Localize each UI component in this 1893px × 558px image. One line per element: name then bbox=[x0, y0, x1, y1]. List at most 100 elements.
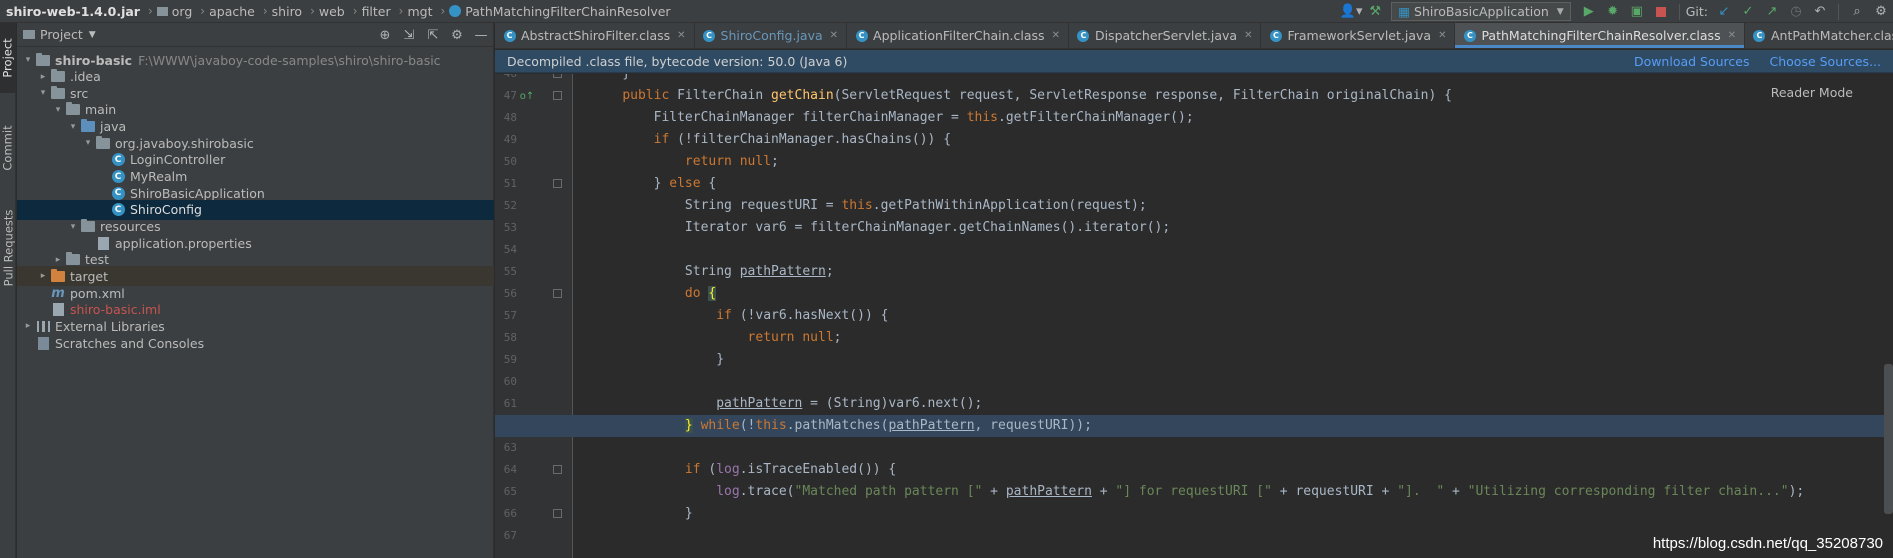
code-line-text: } bbox=[591, 352, 725, 367]
git-commit-icon[interactable]: ✓ bbox=[1738, 2, 1758, 22]
chevron-down-icon[interactable]: ▾ bbox=[21, 55, 35, 65]
chevron-down-icon[interactable]: ▾ bbox=[66, 222, 80, 232]
breadcrumb-item[interactable]: filter bbox=[362, 4, 391, 19]
toolbar-separator bbox=[1838, 3, 1839, 20]
editor-tab-label: ApplicationFilterChain.class bbox=[873, 28, 1045, 43]
reader-mode-toggle[interactable]: Reader Mode bbox=[1771, 85, 1853, 100]
breadcrumb-item[interactable]: apache bbox=[209, 4, 255, 19]
tool-tab-pull-requests-label: Pull Requests bbox=[1, 209, 15, 287]
run-configuration-select[interactable]: ▦ ShiroBasicApplication ▼ bbox=[1391, 2, 1571, 21]
stop-icon[interactable] bbox=[1651, 2, 1671, 22]
close-icon[interactable]: ✕ bbox=[1244, 30, 1252, 41]
tool-tab-commit[interactable]: Commit bbox=[0, 113, 16, 183]
breadcrumb-item[interactable]: mgt bbox=[407, 4, 432, 19]
editor-tab[interactable]: C PathMatchingFilterChainResolver.class ✕ bbox=[1455, 23, 1745, 48]
editor-tab[interactable]: C ShiroConfig.java ✕ bbox=[695, 23, 848, 48]
code-line-text: return null; bbox=[747, 330, 842, 345]
choose-sources-link[interactable]: Choose Sources... bbox=[1770, 54, 1882, 69]
run-icon[interactable]: ▶ bbox=[1579, 2, 1599, 22]
editor-tab[interactable]: C ApplicationFilterChain.class ✕ bbox=[847, 23, 1069, 48]
breadcrumb: shiro-web-1.4.0.jar › org › apache › shiro › web… bbox=[0, 0, 675, 23]
chevron-right-icon[interactable]: ▸ bbox=[36, 271, 50, 281]
tree-node-label: pom.xml bbox=[70, 285, 125, 301]
chevron-right-icon[interactable]: ▸ bbox=[36, 72, 50, 82]
project-view-select[interactable]: Project bbox=[40, 27, 83, 42]
close-icon[interactable]: ✕ bbox=[1728, 30, 1736, 41]
breadcrumb-item[interactable]: PathMatchingFilterChainResolver bbox=[465, 4, 670, 19]
tree-node-label: External Libraries bbox=[55, 318, 165, 334]
chevron-down-icon[interactable]: ▾ bbox=[36, 88, 50, 98]
tree-node-label: application.properties bbox=[115, 235, 252, 251]
class-file-icon: C bbox=[1077, 29, 1090, 42]
tool-tab-project[interactable]: Project bbox=[0, 23, 16, 93]
run-config-icon: ▦ bbox=[1398, 4, 1411, 19]
class-icon: C bbox=[110, 202, 126, 218]
folder-icon bbox=[80, 219, 96, 235]
breadcrumb-item[interactable]: shiro bbox=[272, 4, 302, 19]
editor-tab[interactable]: C AbstractShiroFilter.class ✕ bbox=[495, 23, 695, 48]
chevron-right-icon[interactable]: ▸ bbox=[51, 255, 65, 265]
expand-all-icon[interactable]: ⇲ bbox=[399, 25, 419, 45]
editor-tab[interactable]: C FrameworkServlet.java ✕ bbox=[1261, 23, 1456, 48]
tool-tab-pull-requests[interactable]: Pull Requests bbox=[0, 193, 16, 303]
breadcrumb-item[interactable]: org bbox=[172, 4, 193, 19]
git-label: Git: bbox=[1685, 4, 1708, 19]
close-icon[interactable]: ✕ bbox=[677, 30, 685, 41]
toolbar-separator bbox=[1678, 3, 1680, 20]
scratch-icon bbox=[35, 335, 51, 351]
banner-text: Decompiled .class file, bytecode version… bbox=[507, 53, 848, 69]
tree-node[interactable]: Scratches and Consoles bbox=[17, 333, 494, 353]
collapse-all-icon[interactable]: ⇱ bbox=[423, 25, 443, 45]
close-icon[interactable]: ✕ bbox=[1438, 30, 1446, 41]
debug-icon[interactable]: ✹ bbox=[1603, 2, 1623, 22]
close-icon[interactable]: ✕ bbox=[830, 30, 838, 41]
chevron-down-icon[interactable]: ▾ bbox=[66, 122, 80, 132]
chevron-right-icon: › bbox=[310, 4, 315, 18]
git-update-icon[interactable]: ↙ bbox=[1714, 2, 1734, 22]
editor-tab[interactable]: C DispatcherServlet.java ✕ bbox=[1069, 23, 1262, 48]
chevron-down-icon[interactable]: ▾ bbox=[51, 105, 65, 115]
breadcrumb-item[interactable]: shiro-web-1.4.0.jar bbox=[6, 4, 140, 19]
code-editor[interactable]: 4647o↑4849505152535455565758596061626364… bbox=[495, 74, 1893, 558]
tree-node-path: F:\WWW\javaboy-code-samples\shiro\shiro-… bbox=[138, 52, 441, 68]
git-push-icon[interactable]: ↗ bbox=[1762, 2, 1782, 22]
class-file-icon: C bbox=[703, 29, 716, 42]
project-panel: Project ▼ ⊕ ⇲ ⇱ ⚙ — ▾ shiro-basic F:\WWW\j… bbox=[17, 23, 494, 558]
search-icon[interactable]: ⌕ bbox=[1847, 2, 1867, 22]
code-line-text: return null; bbox=[684, 154, 779, 169]
user-icon[interactable]: 👤▾ bbox=[1340, 2, 1363, 22]
code-line: } bbox=[495, 349, 1893, 371]
tree-node-label: java bbox=[100, 119, 127, 135]
gear-icon[interactable]: ⚙ bbox=[447, 25, 467, 45]
folder-icon bbox=[50, 69, 66, 85]
code-line-text: Iterator var6 = filterChainManager.getCh… bbox=[591, 220, 1171, 235]
hide-icon[interactable]: — bbox=[471, 25, 491, 45]
coverage-icon[interactable]: ▣ bbox=[1627, 2, 1647, 22]
tree-node-label: org.javaboy.shirobasic bbox=[115, 135, 254, 151]
chevron-down-icon[interactable]: ▾ bbox=[81, 138, 95, 148]
code-line: log.trace("Matched path pattern [" + pat… bbox=[495, 481, 1893, 503]
editor-tabs: C AbstractShiroFilter.class ✕ C ShiroConfig.… bbox=[495, 23, 1893, 49]
code-line: } bbox=[495, 503, 1893, 525]
breadcrumb-item[interactable]: web bbox=[319, 4, 345, 19]
chevron-right-icon[interactable]: ▸ bbox=[21, 321, 35, 331]
chevron-down-icon[interactable]: ▼ bbox=[89, 30, 96, 40]
locate-icon[interactable]: ⊕ bbox=[375, 25, 395, 45]
code-line: } else { bbox=[495, 173, 1893, 195]
download-sources-link[interactable]: Download Sources bbox=[1634, 54, 1750, 69]
tree-node-label: ShiroConfig bbox=[130, 202, 202, 218]
settings-icon[interactable]: ⚙ bbox=[1871, 2, 1891, 22]
code-line: if (!filterChainManager.hasChains()) { bbox=[495, 129, 1893, 151]
build-hammer-icon[interactable]: ⚒ bbox=[1365, 2, 1385, 22]
history-icon[interactable]: ◷ bbox=[1786, 2, 1806, 22]
tree-node-label: MyRealm bbox=[130, 169, 188, 185]
rollback-icon[interactable]: ↶ bbox=[1810, 2, 1830, 22]
class-file-icon: C bbox=[503, 29, 516, 42]
class-icon: C bbox=[110, 169, 126, 185]
code-line: if (log.isTraceEnabled()) { bbox=[495, 459, 1893, 481]
editor-scrollbar[interactable] bbox=[1884, 364, 1893, 514]
editor-tab-label: PathMatchingFilterChainResolver.class bbox=[1481, 28, 1721, 43]
editor-tab[interactable]: CAntPathMatcher.class✕ bbox=[1745, 23, 1893, 48]
close-icon[interactable]: ✕ bbox=[1052, 30, 1060, 41]
